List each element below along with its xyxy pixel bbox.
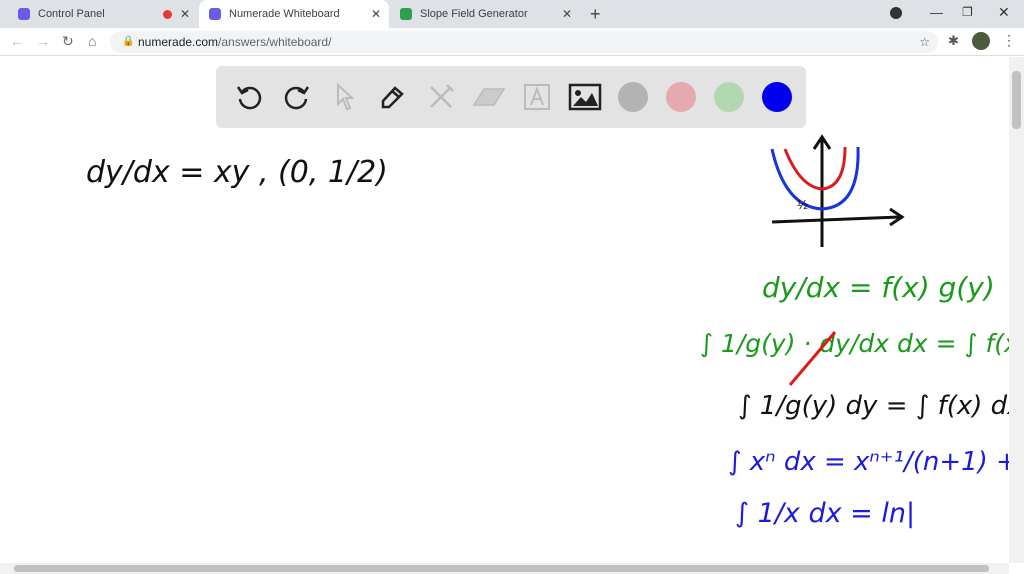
equation-line-3: ∫ 1/g(y) dy = ∫ f(x) dx	[738, 391, 1009, 421]
close-icon[interactable]: ✕	[180, 7, 190, 21]
tab-numerade-whiteboard[interactable]: Numerade Whiteboard ✕	[199, 0, 389, 28]
menu-icon[interactable]: ⋮	[1002, 32, 1016, 49]
back-icon[interactable]: ←	[10, 33, 24, 49]
close-icon[interactable]: ✕	[371, 7, 381, 21]
tab-bar: Control Panel ✕ Numerade Whiteboard ✕ Sl…	[0, 0, 1024, 28]
numerade-icon	[18, 8, 30, 20]
reload-icon[interactable]: ↻	[62, 33, 74, 50]
new-tab-button[interactable]: +	[590, 4, 601, 25]
scrollbar-thumb[interactable]	[1012, 71, 1021, 129]
horizontal-scrollbar[interactable]	[0, 563, 1009, 574]
equation-line-2: ∫ 1/g(y) · dy/dx dx = ∫ f(x) dx	[700, 329, 1009, 358]
geogebra-icon	[400, 8, 412, 20]
lock-icon: 🔒	[122, 36, 135, 47]
avatar[interactable]	[972, 32, 990, 50]
numerade-icon	[209, 8, 221, 20]
minimize-button[interactable]: —	[930, 5, 943, 20]
whiteboard-canvas[interactable]: dy/dx = xy , (0, 1/2) ½ dy/dx = f(x) g(y…	[0, 57, 1009, 563]
equation-line-5: ∫ 1/x dx = ln|	[735, 498, 915, 529]
address-bar-row: ← → ↻ ⌂ 🔒 numerade.com/answers/whiteboar…	[0, 28, 1024, 56]
close-icon[interactable]: ✕	[562, 7, 572, 21]
forward-icon[interactable]: →	[36, 33, 50, 49]
equation-line-4: ∫ xⁿ dx = xⁿ⁺¹/(n+1) + c	[728, 447, 1009, 477]
restore-button[interactable]: ❐	[962, 5, 973, 19]
equation-line-1: dy/dx = f(x) g(y)	[762, 271, 995, 304]
graph-sketch: ½	[770, 134, 905, 247]
close-window-button[interactable]: ✕	[998, 4, 1010, 21]
profile-menu-icon[interactable]	[890, 7, 902, 19]
url-input[interactable]: 🔒 numerade.com/answers/whiteboard/ ☆	[110, 31, 938, 53]
tab-slope-field-generator[interactable]: Slope Field Generator ✕	[390, 0, 580, 28]
svg-text:½: ½	[797, 197, 808, 212]
extensions-icon[interactable]: ✱	[948, 33, 959, 49]
home-icon[interactable]: ⌂	[88, 33, 96, 49]
scrollbar-thumb[interactable]	[14, 565, 989, 572]
problem-text: dy/dx = xy , (0, 1/2)	[86, 155, 388, 190]
vertical-scrollbar[interactable]	[1009, 57, 1024, 563]
recording-icon	[163, 9, 172, 19]
tab-control-panel[interactable]: Control Panel ✕	[8, 0, 198, 28]
bookmark-star-icon[interactable]: ☆	[919, 31, 930, 53]
